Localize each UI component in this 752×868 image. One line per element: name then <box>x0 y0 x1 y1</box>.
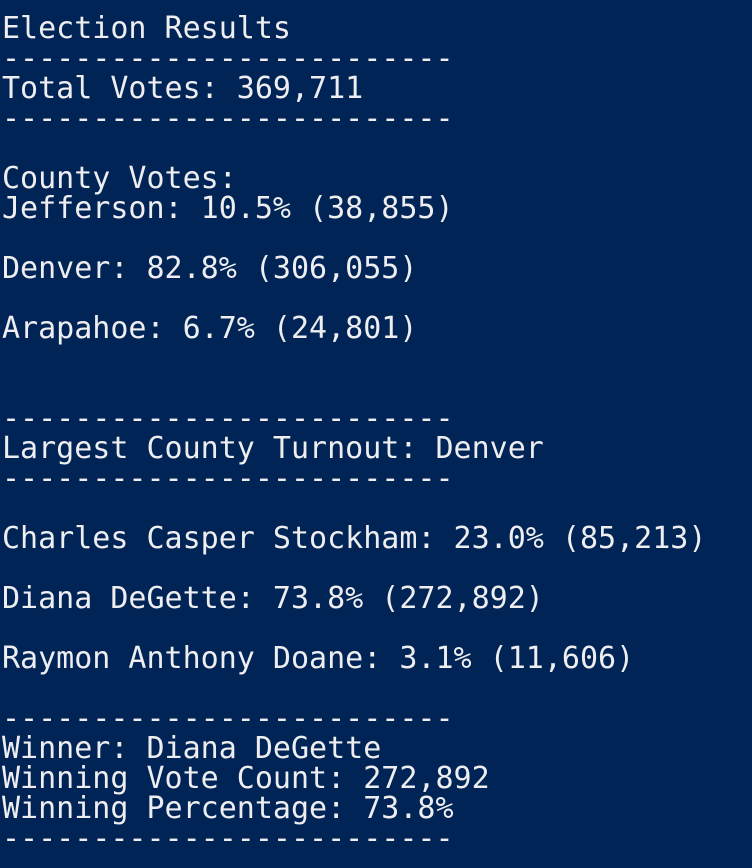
report-title: Election Results <box>2 11 291 46</box>
separator-line: ------------------------- <box>2 461 454 496</box>
winner-line: Winner: Diana DeGette <box>2 731 382 766</box>
separator-line: ------------------------- <box>2 401 454 436</box>
largest-county-line: Largest County Turnout: Denver <box>2 431 544 466</box>
separator-line: ------------------------- <box>2 41 454 76</box>
candidate-line-degette: Diana DeGette: 73.8% (272,892) <box>2 581 544 616</box>
winning-vote-count-line: Winning Vote Count: 272,892 <box>2 761 490 796</box>
candidate-line-doane: Raymon Anthony Doane: 3.1% (11,606) <box>2 641 635 676</box>
separator-line: ------------------------- <box>2 701 454 736</box>
county-line-arapahoe: Arapahoe: 6.7% (24,801) <box>2 311 418 346</box>
candidate-line-stockham: Charles Casper Stockham: 23.0% (85,213) <box>2 521 707 556</box>
total-votes-line: Total Votes: 369,711 <box>2 71 364 106</box>
separator-line: ------------------------- <box>2 821 454 856</box>
winning-percentage-line: Winning Percentage: 73.8% <box>2 791 454 826</box>
county-votes-header: County Votes: <box>2 161 237 196</box>
county-line-jefferson: Jefferson: 10.5% (38,855) <box>2 191 454 226</box>
separator-line: ------------------------- <box>2 101 454 136</box>
terminal-window[interactable]: Election Results -----------------------… <box>0 0 752 868</box>
county-line-denver: Denver: 82.8% (306,055) <box>2 251 418 286</box>
